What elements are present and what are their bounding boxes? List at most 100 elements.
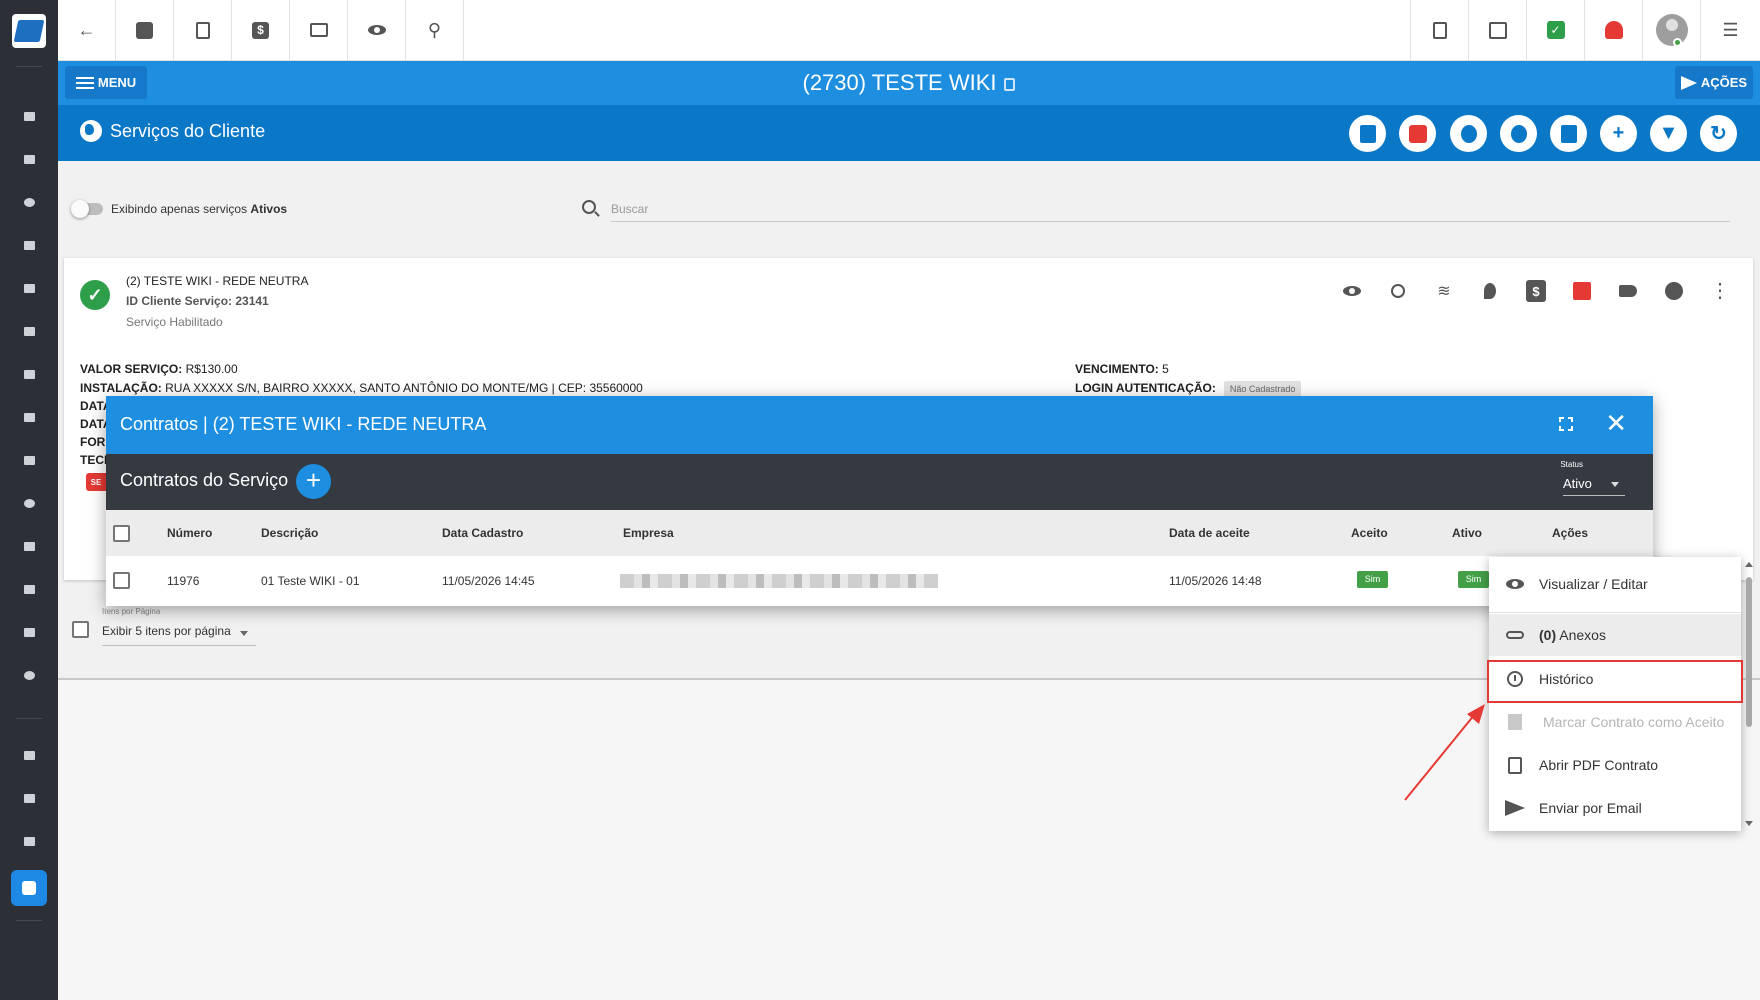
book-icon[interactable] [21,280,37,296]
service-id: ID Cliente Serviço: 23141 [126,294,269,308]
menu-item-label: Abrir PDF Contrato [1539,757,1659,773]
stack-icon[interactable] [21,581,37,597]
list-icon[interactable] [1500,115,1537,152]
gear-icon[interactable] [1663,280,1685,302]
scroll-down-icon[interactable] [1745,821,1753,826]
menu-item-view-edit[interactable]: Visualizar / Editar [1489,563,1741,605]
ativo-badge: Sim [1458,571,1489,588]
search-input[interactable] [611,196,1730,222]
refresh-icon[interactable]: ↻ [1700,115,1737,152]
gift-icon[interactable] [1349,115,1386,152]
client-header: MENU (2730) TESTE WIKI AÇÕES [58,61,1760,105]
list-icon[interactable] [21,538,37,554]
column-empresa[interactable]: Empresa [623,526,674,540]
close-icon[interactable]: ✕ [1605,409,1627,437]
logo-icon[interactable] [12,14,46,48]
modal-header: Contratos | (2) TESTE WIKI - REDE NEUTRA… [106,396,1653,454]
fullscreen-icon[interactable] [1558,416,1574,432]
card-icon[interactable] [21,452,37,468]
calendar-badge-icon[interactable] [1468,0,1526,60]
table-row[interactable]: 11976 01 Teste WIKI - 01 11/05/2026 14:4… [106,556,1653,606]
eye-icon[interactable] [1341,280,1363,302]
scroll-up-icon[interactable] [1745,562,1753,567]
search-icon[interactable]: ⚲ [406,0,464,60]
youtube-icon[interactable] [21,747,37,763]
menu-item-send-email[interactable]: Enviar por Email [1489,787,1741,829]
send-icon [1680,75,1697,90]
document-icon[interactable] [21,624,37,640]
chart-icon[interactable] [21,194,37,210]
wiki-icon[interactable] [21,790,37,806]
tag-icon[interactable] [1617,280,1639,302]
gear-icon[interactable] [21,667,37,683]
paperclip-icon [1505,627,1525,643]
services-header: Serviços do Cliente + ▼ ↻ [58,105,1760,161]
column-data-aceite[interactable]: Data de aceite [1169,526,1250,540]
dollar-icon[interactable]: $ [1525,280,1547,302]
invoice-icon[interactable] [1571,280,1593,302]
actions-button[interactable]: AÇÕES [1675,66,1753,99]
flag-icon[interactable] [21,151,37,167]
dashboard-icon[interactable] [21,108,37,124]
column-acoes: Ações [1552,526,1589,540]
chevron-down-icon [1611,482,1619,487]
box-icon[interactable] [21,409,37,425]
check-circle-icon: ✓ [80,280,110,310]
avatar[interactable] [1642,0,1700,60]
eye-icon[interactable] [348,0,406,60]
puzzle-icon[interactable] [11,870,47,906]
alert-icon[interactable] [1399,115,1436,152]
contact-icon[interactable] [21,237,37,253]
list-icon[interactable]: ☰ [1700,0,1760,60]
dollar-icon[interactable]: $ [232,0,290,60]
calendar-clock-icon[interactable] [1450,115,1487,152]
column-data-cadastro[interactable]: Data Cadastro [442,526,523,540]
chat-icon[interactable] [21,833,37,849]
service-name: (2) TESTE WIKI - REDE NEUTRA [126,274,309,288]
valor-servico: VALOR SERVIÇO: R$130.00 [80,362,238,376]
page-size-select[interactable]: Exibir 5 itens por página [102,624,256,646]
row-checkbox[interactable] [113,572,130,589]
status-chip: SE [86,473,106,491]
column-ativo[interactable]: Ativo [1452,526,1482,540]
globe-icon [80,120,102,142]
status-filter-select[interactable]: Ativo [1563,472,1625,496]
column-aceito[interactable]: Aceito [1351,526,1388,540]
cell-data-aceite: 11/05/2026 14:48 [1169,574,1262,588]
filter-icon[interactable]: ▼ [1650,115,1687,152]
send-icon [1505,800,1525,816]
contact-card-icon[interactable] [116,0,174,60]
column-numero[interactable]: Número [167,526,212,540]
map-pin-icon[interactable] [21,495,37,511]
active-services-toggle[interactable] [71,200,103,218]
header-checkbox[interactable] [113,525,130,542]
wifi-icon[interactable]: ≋ [1433,280,1455,302]
section-title-text: Serviços do Cliente [110,120,266,141]
add-icon[interactable]: + [1600,115,1637,152]
document-icon[interactable] [1550,115,1587,152]
sidebar-divider [16,920,42,921]
column-descricao[interactable]: Descrição [261,526,318,540]
more-vert-icon[interactable]: ⋮ [1709,280,1731,302]
client-title-text: (2730) TESTE WIKI [802,70,997,95]
map-pin-icon[interactable] [1479,280,1501,302]
calendar-icon[interactable] [21,323,37,339]
briefcase-icon[interactable] [21,366,37,382]
menu-scrollbar[interactable] [1742,557,1756,831]
scroll-thumb[interactable] [1746,577,1752,727]
not-registered-badge: Não Cadastrado [1223,381,1302,397]
check-badge-icon[interactable]: ✓ [1526,0,1584,60]
info-icon[interactable] [1387,280,1409,302]
add-contract-button[interactable]: + [296,464,331,499]
modal-subheader: Contratos do Serviço + Status Ativo [106,454,1653,510]
menu-item-attachments[interactable]: (0) Anexos [1489,614,1741,656]
pdf-icon[interactable] [1410,0,1468,60]
copy-icon[interactable] [1004,77,1016,91]
terminal-icon[interactable] [290,0,348,60]
cell-empresa-redacted [620,574,938,588]
select-all-checkbox[interactable] [72,621,89,638]
menu-item-open-pdf[interactable]: Abrir PDF Contrato [1489,744,1741,786]
calendar-clock-icon[interactable] [174,0,232,60]
back-arrow-icon[interactable]: ← [58,0,116,60]
alarm-icon[interactable] [1584,0,1642,60]
